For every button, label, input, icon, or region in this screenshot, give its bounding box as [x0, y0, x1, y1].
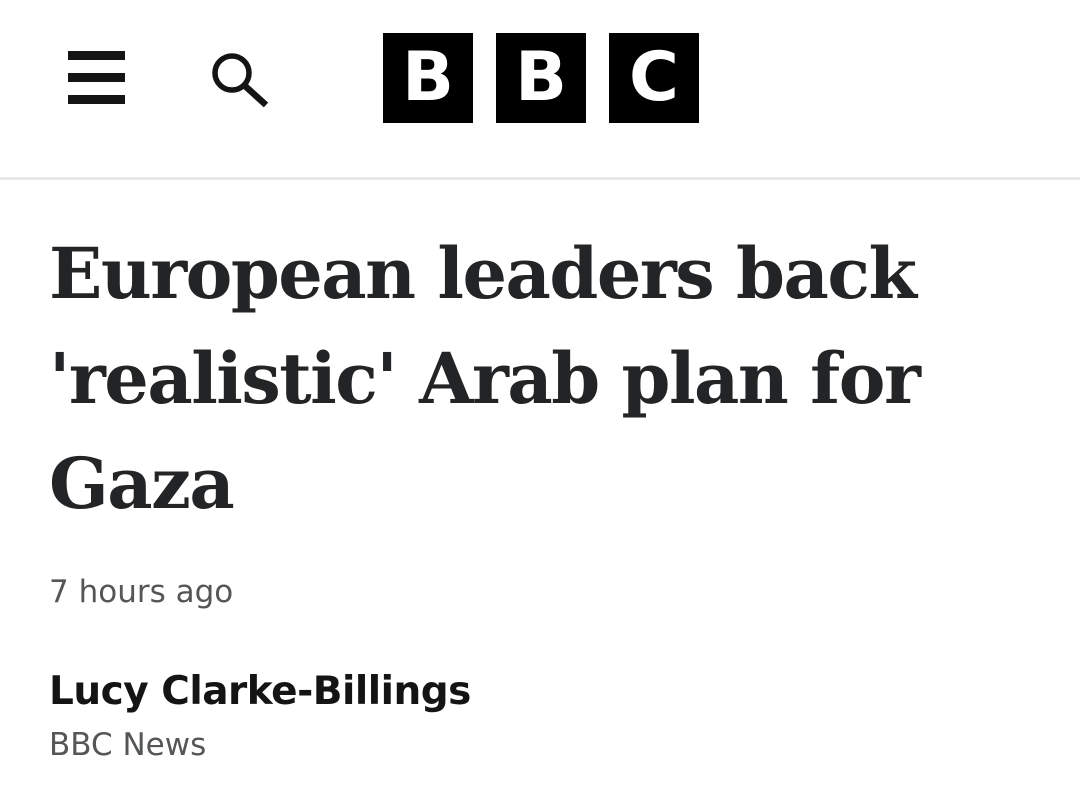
site-header: B B C — [0, 0, 1080, 180]
logo-letter-b2: B — [496, 33, 586, 123]
article-author[interactable]: Lucy Clarke-Billings — [49, 667, 471, 717]
article-timestamp: 7 hours ago — [49, 574, 234, 610]
article-headline: European leaders back 'realistic' Arab p… — [49, 232, 921, 525]
menu-button[interactable] — [68, 51, 125, 104]
search-button[interactable] — [210, 52, 270, 108]
logo-letter-b1: B — [383, 33, 473, 123]
bbc-logo[interactable]: B B C — [383, 33, 699, 123]
article-organization: BBC News — [49, 727, 207, 763]
search-icon — [212, 53, 269, 108]
logo-letter-c: C — [609, 33, 699, 123]
